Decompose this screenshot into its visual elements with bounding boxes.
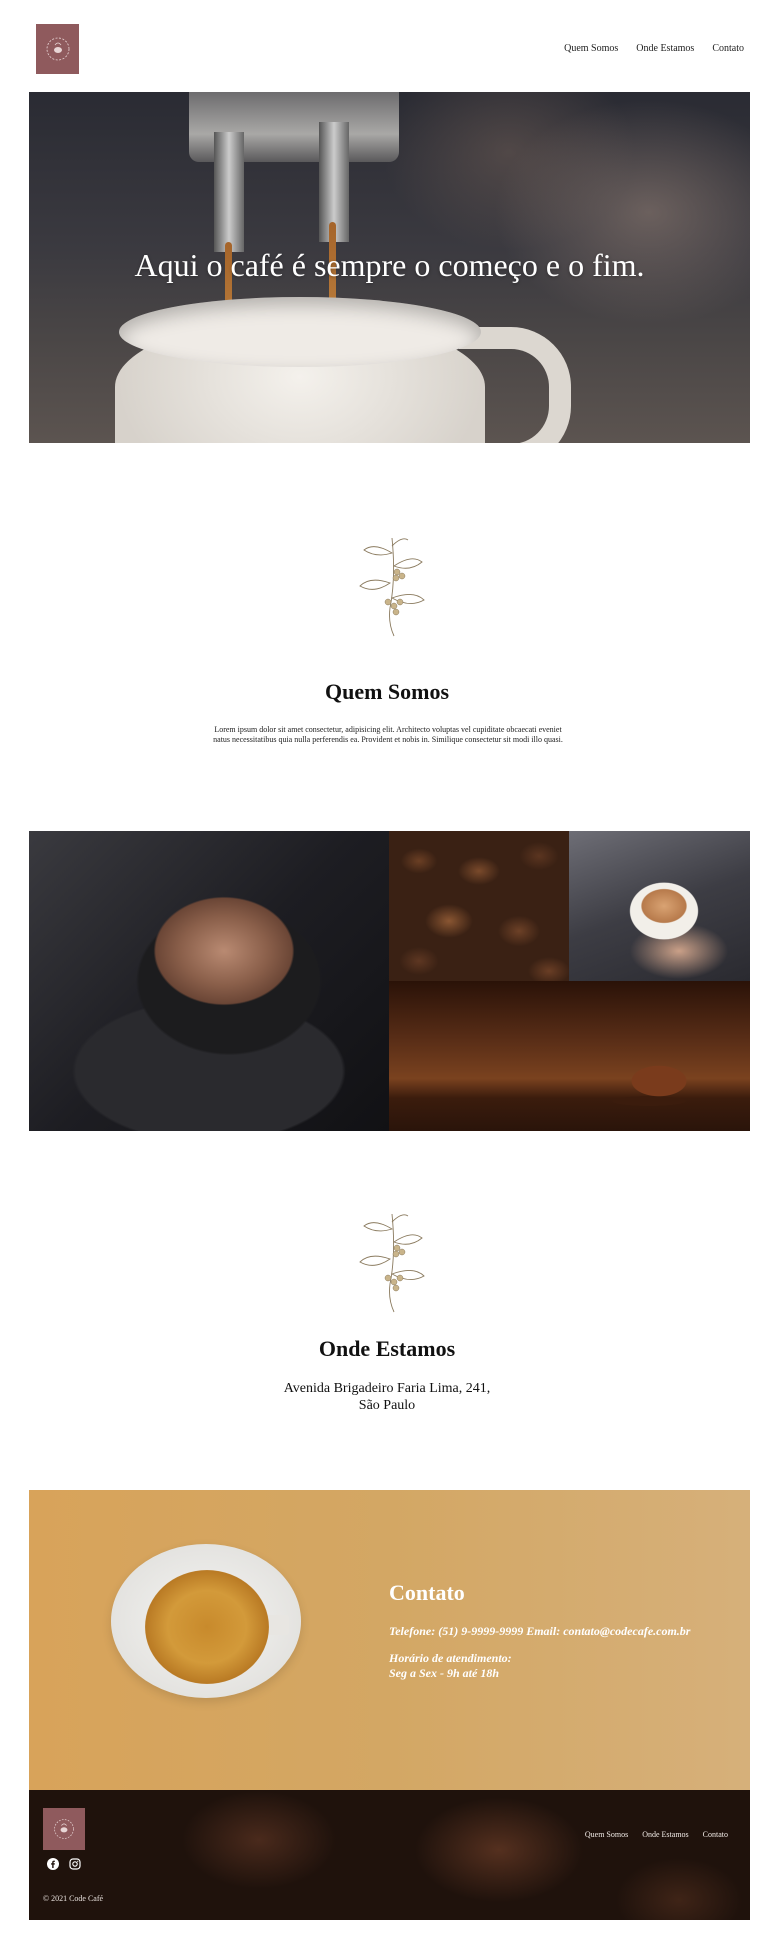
contact-section: Contato Telefone: (51) 9-9999-9999 Email…	[29, 1490, 750, 1790]
hero-banner: Aqui o café é sempre o começo e o fim.	[29, 92, 750, 443]
social-links	[47, 1857, 81, 1870]
main-nav: Quem Somos Onde Estamos Contato	[564, 43, 744, 54]
hero-title: Aqui o café é sempre o começo e o fim.	[134, 247, 645, 283]
cafe-logo-icon	[46, 37, 69, 61]
coffee-beans-image	[389, 831, 569, 981]
footer-nav-onde-estamos[interactable]: Onde Estamos	[642, 1830, 688, 1839]
cappuccino-image	[145, 1570, 269, 1684]
footer-logo[interactable]	[43, 1808, 85, 1850]
barista-pouring-image	[569, 831, 750, 981]
contact-phone-email: Telefone: (51) 9-9999-9999 Email: contat…	[389, 1624, 691, 1638]
contact-hours: Seg a Sex - 9h até 18h	[389, 1666, 500, 1680]
copyright: © 2021 Code Café	[43, 1894, 104, 1903]
instagram-icon[interactable]	[69, 1857, 81, 1870]
footer-nav-quem-somos[interactable]: Quem Somos	[585, 1830, 628, 1839]
facebook-icon[interactable]	[47, 1857, 59, 1870]
nav-quem-somos[interactable]: Quem Somos	[564, 43, 618, 54]
coffee-plant-icon	[359, 1213, 425, 1313]
footer-nav: Quem Somos Onde Estamos Contato	[585, 1830, 728, 1839]
address: Avenida Brigadeiro Faria Lima, 241, São …	[0, 1380, 774, 1414]
address-city: São Paulo	[358, 1398, 416, 1413]
cafe-logo-icon	[54, 1819, 74, 1839]
cup-rim	[119, 297, 481, 367]
about-title: Quem Somos	[324, 679, 450, 704]
footer: © 2021 Code Café Quem Somos Onde Estamos…	[29, 1790, 750, 1920]
footer-nav-contato[interactable]: Contato	[703, 1830, 728, 1839]
about-text: Lorem ipsum dolor sit amet consectetur, …	[213, 725, 563, 744]
address-street: Avenida Brigadeiro Faria Lima, 241,	[283, 1381, 491, 1396]
location-title: Onde Estamos	[318, 1336, 456, 1361]
logo[interactable]	[36, 24, 79, 74]
contact-hours-label: Horário de atendimento:	[389, 1651, 512, 1665]
machine-nozzle	[214, 132, 244, 252]
contact-title: Contato	[389, 1580, 465, 1605]
steaming-cup-image	[389, 981, 750, 1131]
latte-art-image	[29, 831, 389, 1131]
coffee-plant-icon	[359, 537, 425, 637]
nav-onde-estamos[interactable]: Onde Estamos	[636, 43, 694, 54]
nav-contato[interactable]: Contato	[712, 43, 744, 54]
contact-info: Contato Telefone: (51) 9-9999-9999 Email…	[389, 1580, 690, 1681]
